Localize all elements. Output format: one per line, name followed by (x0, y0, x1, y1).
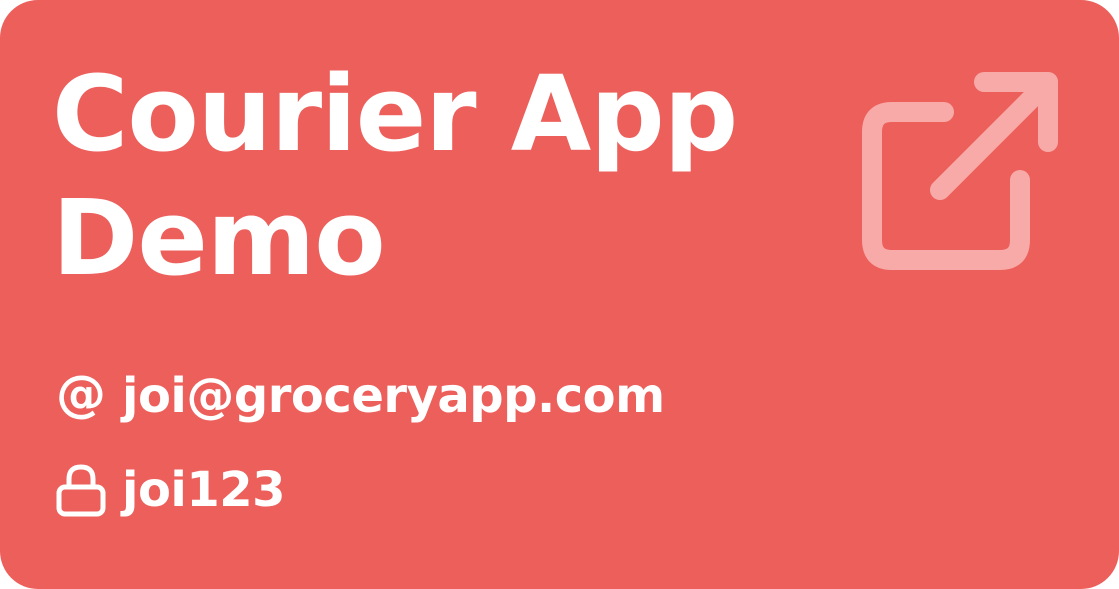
password-row: joi123 (52, 460, 286, 520)
password-value: joi123 (122, 462, 286, 518)
email-value: joi@groceryapp.com (122, 368, 665, 424)
card-title-line-1: Courier App (52, 53, 738, 175)
email-row: @ joi@groceryapp.com (52, 366, 665, 426)
at-icon: @ (56, 365, 106, 423)
card-title-line-2: Demo (52, 177, 386, 299)
external-link-icon[interactable] (852, 62, 1070, 280)
card-title: Courier App Demo (52, 52, 812, 300)
courier-app-demo-card[interactable]: Courier App Demo @ joi@groceryapp.com jo… (0, 0, 1119, 589)
lock-icon (52, 461, 110, 519)
